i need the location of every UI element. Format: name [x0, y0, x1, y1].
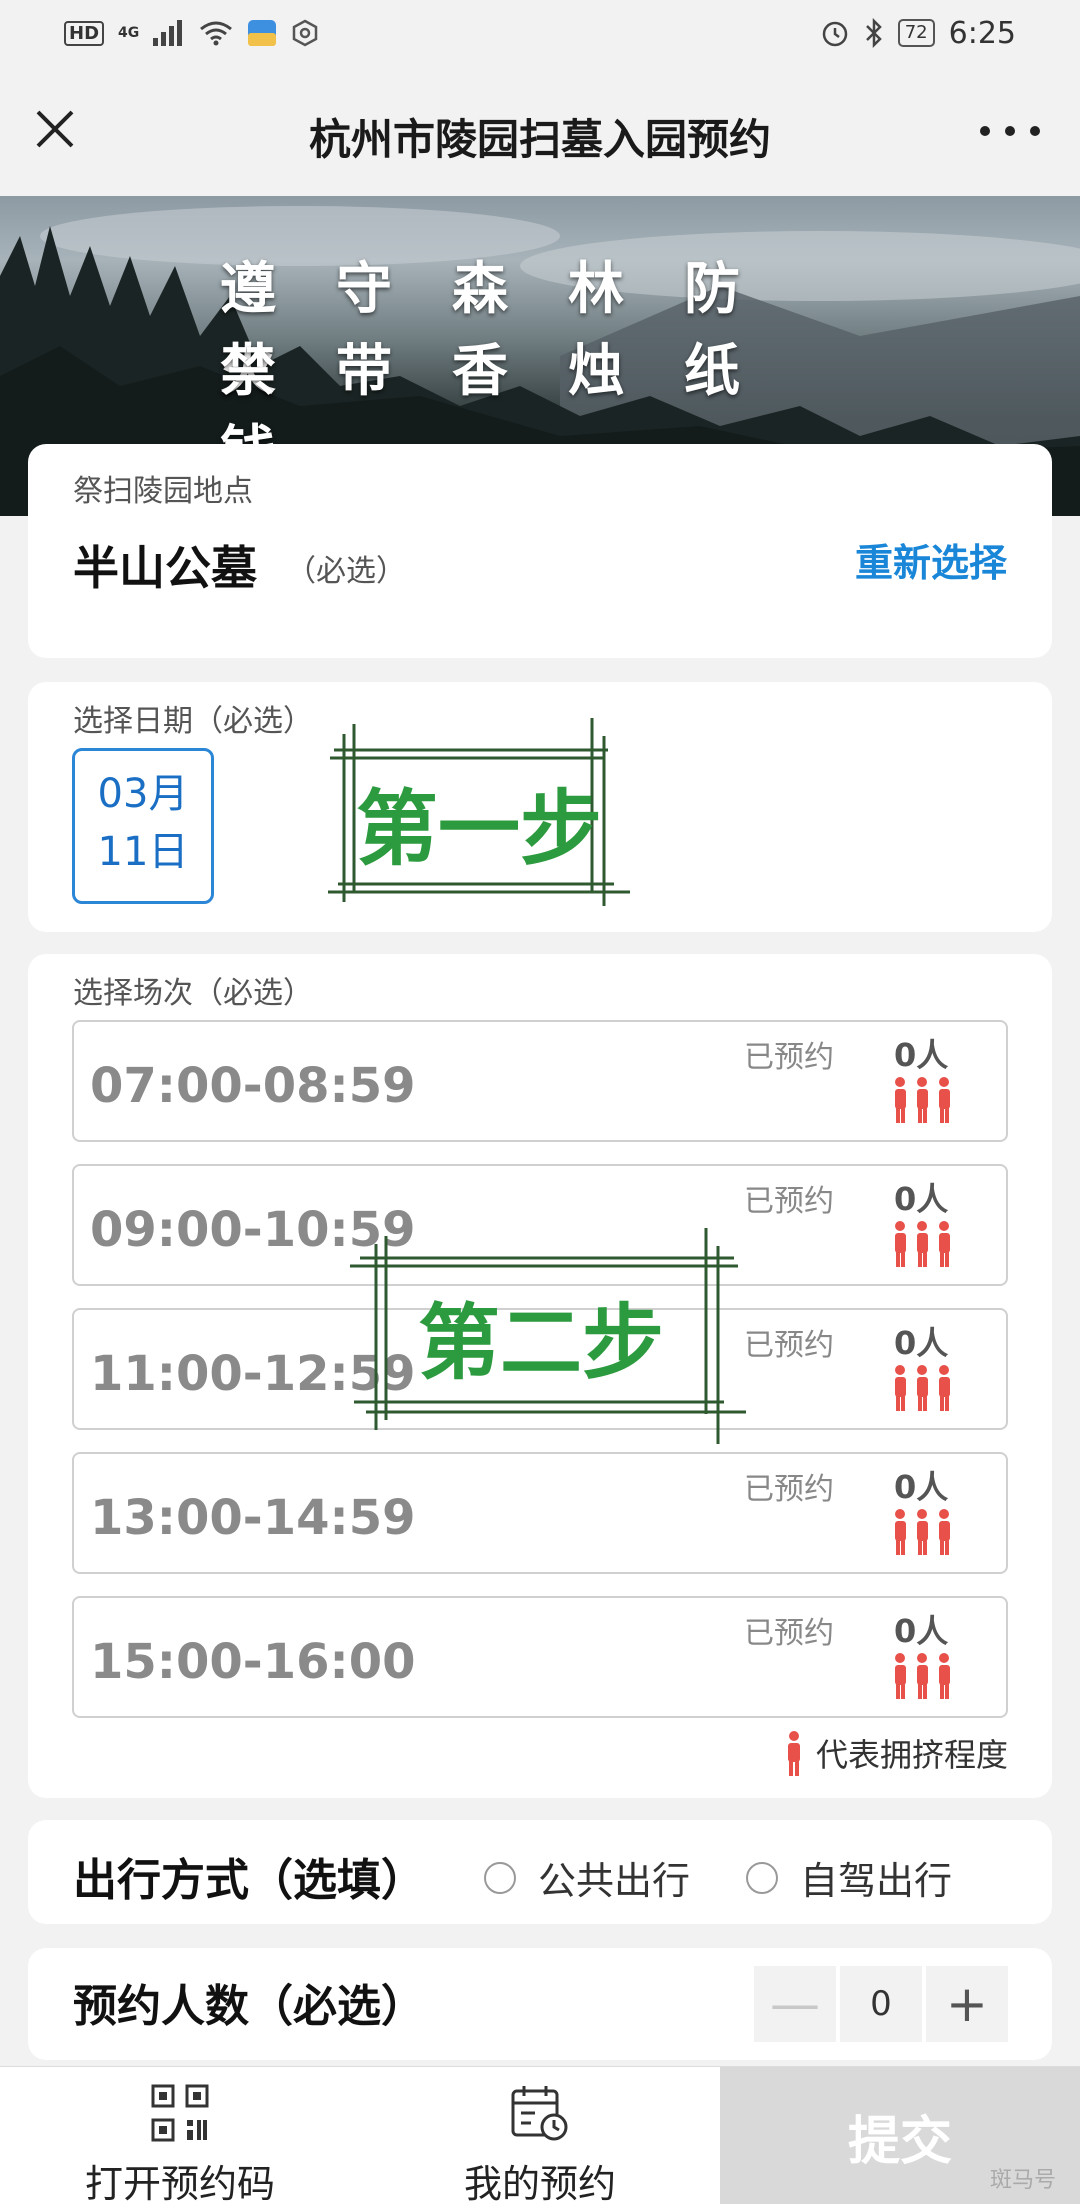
clock: 6:25 — [948, 15, 1016, 51]
crowd-legend-text: 代表拥挤程度 — [815, 1736, 1008, 1774]
slot-time: 13:00-14:59 — [90, 1490, 416, 1546]
crowd-level-icon — [895, 1509, 950, 1555]
qr-code-icon — [151, 2084, 209, 2142]
open-booking-code-label: 打开预约码 — [84, 2162, 275, 2204]
people-count-card: 预约人数（必选） — 0 + — [28, 1948, 1052, 2060]
travel-option-self-drive[interactable]: 自驾出行 — [746, 1850, 952, 1905]
settings-hex-icon — [293, 19, 318, 47]
travel-mode-title: 出行方式（选填） — [73, 1855, 425, 1906]
location-label: 祭扫陵园地点 — [73, 474, 253, 509]
signal-icon — [153, 20, 183, 46]
more-options-icon[interactable] — [980, 116, 1040, 146]
travel-option-self-drive-label: 自驾出行 — [800, 1859, 953, 1903]
slot-booked-label: 已预约 — [744, 1616, 834, 1651]
quantity-stepper: — 0 + — [754, 1966, 1008, 2042]
battery-indicator: 72 — [897, 19, 935, 47]
radio-button[interactable] — [746, 1861, 778, 1894]
people-count-title: 预约人数（必选） — [73, 1981, 425, 2032]
step-one-text: 第一步 — [355, 782, 602, 877]
slot-booked-label: 已预约 — [744, 1040, 834, 1075]
slot-booked-count: 0人 — [894, 1324, 949, 1362]
calendar-clock-icon — [511, 2086, 568, 2141]
date-label: 选择日期（必选） — [73, 704, 313, 739]
status-bar: HD 4G 72 6:25 — [0, 0, 1080, 66]
crowd-legend: 代表拥挤程度 — [784, 1730, 1008, 1776]
increment-button[interactable]: + — [926, 1966, 1008, 2042]
slot-booked-label: 已预约 — [744, 1184, 834, 1219]
time-slot-4[interactable]: 13:00-14:59 已预约 0人 — [72, 1452, 1008, 1574]
date-day: 11日 — [97, 829, 189, 875]
time-slot-5[interactable]: 15:00-16:00 已预约 0人 — [72, 1596, 1008, 1718]
radio-button[interactable] — [484, 1861, 516, 1894]
session-card: 选择场次（必选） 07:00-08:59 已预约 0人 09:00-10:59 … — [28, 954, 1052, 1798]
crowd-level-icon — [895, 1221, 950, 1267]
decrement-button[interactable]: — — [754, 1966, 836, 2042]
step-one-stamp: 第一步 — [324, 696, 634, 906]
step-two-text: 第二步 — [417, 1296, 664, 1391]
reselect-button[interactable]: 重新选择 — [855, 532, 1007, 587]
location-card: 祭扫陵园地点 半山公墓 （必选） 重新选择 — [28, 444, 1052, 658]
open-booking-code-button[interactable]: 打开预约码 — [30, 2083, 330, 2204]
quantity-value[interactable]: 0 — [840, 1966, 922, 2042]
session-label: 选择场次（必选） — [73, 976, 313, 1011]
slot-booked-label: 已预约 — [744, 1472, 834, 1507]
slot-booked-count: 0人 — [894, 1468, 949, 1506]
network-indicator: 4G — [118, 25, 140, 41]
date-card: 选择日期（必选） 03月 11日 第一步 — [28, 682, 1052, 932]
travel-option-public-label: 公共出行 — [538, 1859, 691, 1903]
my-booking-button[interactable]: 我的预约 — [390, 2083, 690, 2204]
step-two-stamp: 第二步 — [346, 1216, 796, 1444]
date-option[interactable]: 03月 11日 — [72, 748, 214, 904]
wifi-icon — [200, 21, 233, 46]
crowd-level-icon — [895, 1077, 950, 1123]
crowd-level-icon — [895, 1653, 950, 1699]
slot-booked-count: 0人 — [894, 1612, 949, 1650]
person-icon — [787, 1731, 800, 1776]
hd-indicator: HD — [64, 20, 105, 46]
location-required-note: （必选） — [286, 554, 406, 589]
my-booking-label: 我的预约 — [463, 2162, 616, 2204]
slot-booked-count: 0人 — [894, 1180, 949, 1218]
watermark: 斑马号 — [989, 2168, 1056, 2193]
date-month: 03月 — [97, 771, 189, 817]
travel-mode-card: 出行方式（选填） 公共出行 自驾出行 — [28, 1820, 1052, 1924]
bottom-nav: 打开预约码 我的预约 提交 斑马号 — [0, 2066, 1080, 2204]
page-title: 杭州市陵园扫墓入园预约 — [308, 115, 771, 164]
slot-time: 15:00-16:00 — [90, 1634, 416, 1690]
alarm-icon — [822, 21, 847, 47]
message-app-icon — [248, 20, 277, 46]
bluetooth-icon — [865, 18, 882, 48]
slot-booked-count: 0人 — [894, 1036, 949, 1074]
time-slot-1[interactable]: 07:00-08:59 已预约 0人 — [72, 1020, 1008, 1142]
slot-time: 07:00-08:59 — [90, 1058, 416, 1114]
travel-option-public[interactable]: 公共出行 — [484, 1850, 690, 1905]
location-name: 半山公墓 — [73, 541, 257, 595]
title-bar: 杭州市陵园扫墓入园预约 — [0, 66, 1080, 196]
crowd-level-icon — [895, 1365, 950, 1411]
